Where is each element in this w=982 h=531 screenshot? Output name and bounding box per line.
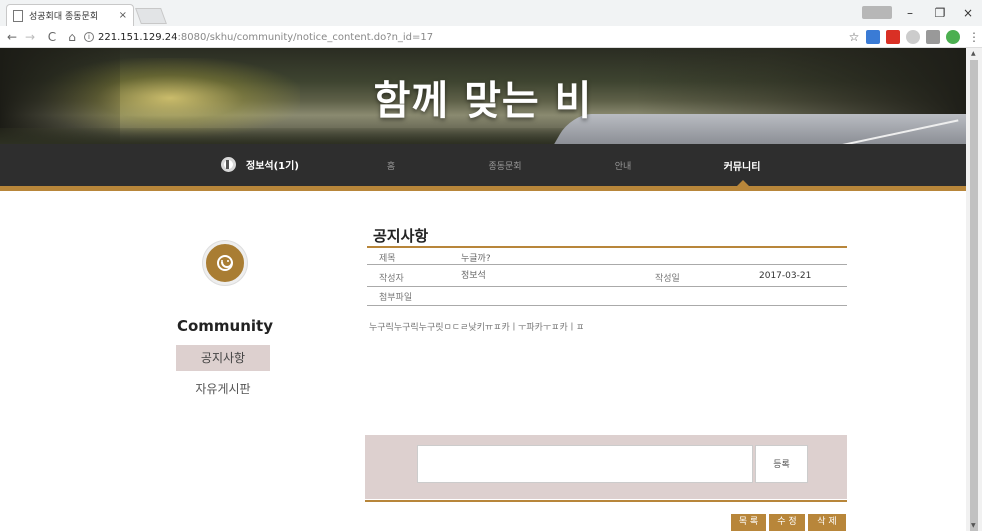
edit-button[interactable]: 수 정 (769, 514, 805, 531)
close-window-button[interactable]: × (958, 4, 978, 22)
new-tab-button[interactable] (135, 8, 167, 24)
comment-input[interactable] (417, 445, 753, 483)
main-nav: 정보석(1기) 홈 종동문회 안내 커뮤니티 (0, 144, 966, 186)
tab-close-icon[interactable]: × (119, 10, 127, 21)
comment-divider (365, 500, 847, 502)
attachment-label: 첨부파일 (379, 293, 413, 303)
user-name: 정보석(1기) (246, 161, 299, 172)
author-label: 작성자 (379, 274, 404, 284)
browser-tabstrip: 성공회대 종동문회 × – ❐ × (0, 0, 982, 26)
comment-area: 등록 (365, 435, 847, 499)
sidebar-item-free-board[interactable]: 자유게시판 (176, 376, 270, 402)
comment-submit-button[interactable]: 등록 (755, 445, 808, 483)
date-value: 2017-03-21 (759, 271, 812, 281)
date-label: 작성일 (655, 274, 680, 284)
nav-user[interactable]: 정보석(1기) (221, 157, 299, 172)
subject-value: 누글까? (461, 254, 491, 264)
profile-badge[interactable] (862, 6, 892, 19)
delete-button[interactable]: 삭 제 (808, 514, 846, 531)
page-title: 공지사항 (373, 227, 429, 245)
tab-title: 성공회대 종동문회 (29, 12, 99, 22)
attachment-row: 첨부파일 (367, 288, 847, 306)
browser-toolbar: ← → C ⌂ i 221.151.129.24:8080/skhu/commu… (0, 26, 982, 48)
extension-icon[interactable] (866, 30, 880, 44)
nav-underline (0, 186, 966, 191)
list-button[interactable]: 목 록 (731, 514, 766, 531)
extension-icon[interactable] (886, 30, 900, 44)
reload-button[interactable]: C (44, 28, 60, 46)
scrollbar-thumb[interactable] (970, 60, 978, 531)
back-button[interactable]: ← (4, 28, 20, 46)
extension-icon[interactable] (926, 30, 940, 44)
subject-row: 제목 누글까? (367, 249, 847, 265)
nav-item-alumni[interactable]: 종동문회 (488, 159, 521, 172)
page-scrollbar[interactable]: ▲ ▼ (966, 48, 982, 531)
extension-icon[interactable] (906, 30, 920, 44)
sidebar-item-notice[interactable]: 공지사항 (176, 345, 270, 371)
forward-button[interactable]: → (22, 28, 38, 46)
author-row: 작성자 정보석 작성일 2017-03-21 (367, 266, 847, 287)
browser-tab[interactable]: 성공회대 종동문회 × (6, 4, 134, 26)
author-value: 정보석 (461, 271, 486, 281)
url-path: :8080/skhu/community/notice_content.do?n… (177, 31, 434, 43)
nav-item-community[interactable]: 커뮤니티 (724, 158, 761, 173)
subject-label: 제목 (379, 254, 396, 264)
address-bar[interactable]: i 221.151.129.24:8080/skhu/community/not… (84, 29, 842, 45)
url-host: 221.151.129.24 (98, 31, 178, 43)
board-top-divider (367, 246, 847, 248)
user-avatar-icon (221, 157, 236, 172)
sidebar-title: Community (176, 317, 274, 335)
hero-banner: 함께 맞는 비 (0, 48, 966, 144)
browser-menu-icon[interactable]: ⋮ (966, 28, 982, 46)
restore-button[interactable]: ❐ (930, 4, 950, 22)
nav-item-home[interactable]: 홈 (387, 159, 395, 172)
scroll-up-icon[interactable]: ▲ (971, 50, 976, 57)
nav-item-guide[interactable]: 안내 (615, 159, 632, 172)
home-button[interactable]: ⌂ (64, 28, 80, 46)
post-body: 누구릭누구릭누구릿ㅁㄷㄹ낮키ㅠㅍ카ㅣㅜ파카ㅜㅍ카ㅣㅍ (369, 323, 585, 333)
smiley-icon (203, 241, 247, 285)
scroll-down-icon[interactable]: ▼ (971, 522, 976, 529)
page-icon (13, 9, 23, 22)
site-title[interactable]: 함께 맞는 비 (0, 68, 966, 126)
extension-icon[interactable] (946, 30, 960, 44)
bookmark-star-icon[interactable]: ☆ (846, 28, 862, 46)
info-icon[interactable]: i (84, 32, 94, 42)
minimize-button[interactable]: – (900, 4, 920, 22)
